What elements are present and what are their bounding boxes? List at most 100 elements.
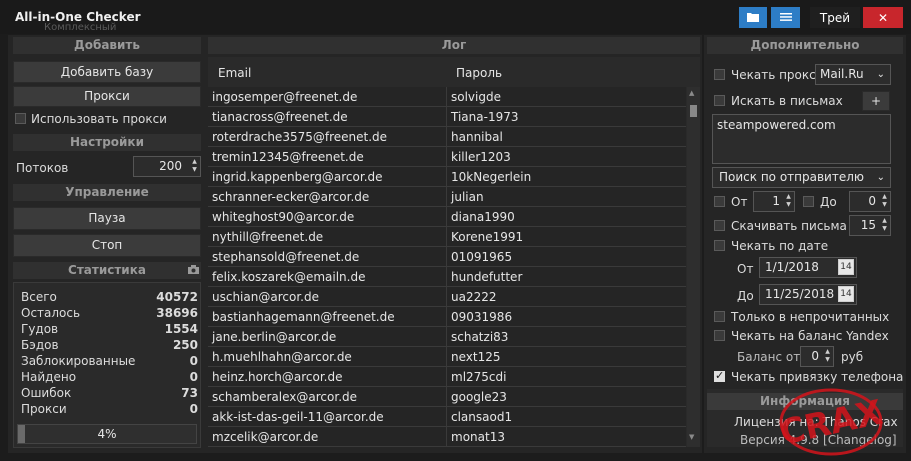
balance-spin-icon[interactable]: ▲ ▼ <box>823 348 832 365</box>
column-divider <box>446 367 447 387</box>
threads-spin-icon[interactable]: ▲ ▼ <box>190 158 199 175</box>
stat-value: 40572 <box>156 290 198 304</box>
check-phone-checkbox[interactable] <box>714 369 725 382</box>
download-spin-icon[interactable]: ▲ ▼ <box>880 217 889 234</box>
from-checkbox[interactable] <box>714 196 725 207</box>
password-cell: hundefutter <box>451 270 523 284</box>
add-base-button[interactable]: Добавить базу <box>13 61 201 83</box>
stat-row: Всего 40572 <box>21 290 198 306</box>
list-button[interactable] <box>771 7 800 28</box>
email-cell: stephansold@freenet.de <box>212 250 360 264</box>
threads-stepper[interactable]: 200 ▲ ▼ <box>133 156 201 177</box>
password-cell: 09031986 <box>451 310 513 324</box>
table-row[interactable]: tremin12345@freenet.de killer1203 <box>208 147 686 167</box>
calendar-icon[interactable]: 14 <box>838 286 854 302</box>
password-cell: diana1990 <box>451 210 515 224</box>
check-by-date-checkbox[interactable] <box>714 240 725 251</box>
stat-row: Осталось 38696 <box>21 306 198 322</box>
email-cell: nythill@freenet.de <box>212 230 324 244</box>
date-from-label: От <box>737 262 754 276</box>
download-checkbox[interactable] <box>714 220 725 231</box>
table-row[interactable]: whiteghost90@arcor.de diana1990 <box>208 207 686 227</box>
balance-stepper[interactable]: 0 ▲ ▼ <box>800 346 834 367</box>
folder-button[interactable] <box>739 7 767 28</box>
check-proxy-label: Чекать прокси <box>731 68 824 82</box>
table-row[interactable]: ingosemper@freenet.de solvigde <box>208 87 686 107</box>
to-checkbox[interactable] <box>803 196 814 207</box>
date-to-picker[interactable]: 11/25/2018 14 <box>759 284 857 305</box>
table-row[interactable]: akk-ist-das-geil-11@arcor.de clansaod1 <box>208 407 686 427</box>
from-label: От <box>731 195 748 209</box>
email-cell: ingrid.kappenberg@arcor.de <box>212 170 383 184</box>
list-icon <box>779 12 792 21</box>
table-row[interactable]: heinz.horch@arcor.de ml275cdi <box>208 367 686 387</box>
search-mode-select[interactable]: Поиск по отправителю ⌄ <box>712 167 891 188</box>
log-scrollbar[interactable]: ▲ ▼ <box>687 87 700 447</box>
table-row[interactable]: roterdrache3575@freenet.de hannibal <box>208 127 686 147</box>
column-divider <box>446 147 447 167</box>
calendar-icon[interactable]: 14 <box>838 259 854 275</box>
folder-icon <box>747 12 759 22</box>
table-row[interactable]: stephansold@freenet.de 01091965 <box>208 247 686 267</box>
column-divider <box>446 127 447 147</box>
password-cell: monat13 <box>451 430 505 444</box>
table-row[interactable]: bastianhagemann@freenet.de 09031986 <box>208 307 686 327</box>
check-proxy-checkbox[interactable] <box>714 69 725 80</box>
scroll-thumb[interactable] <box>690 105 697 117</box>
search-textarea[interactable]: steampowered.com <box>712 114 891 164</box>
log-table: Email Пароль ingosemper@freenet.de solvig… <box>208 57 700 447</box>
add-search-button[interactable]: + <box>862 91 890 111</box>
table-row[interactable]: h.muehlhahn@arcor.de next125 <box>208 347 686 367</box>
password-cell: julian <box>451 190 484 204</box>
email-cell: tianacross@freenet.de <box>212 110 348 124</box>
search-mode-value: Поиск по отправителю <box>719 170 864 184</box>
table-row[interactable]: jane.berlin@arcor.de schatzi83 <box>208 327 686 347</box>
scroll-up-icon[interactable]: ▲ <box>689 89 694 97</box>
email-cell: whiteghost90@arcor.de <box>212 210 355 224</box>
tray-button[interactable]: Трей <box>810 7 860 28</box>
table-row[interactable]: uschian@arcor.de ua2222 <box>208 287 686 307</box>
date-from-picker[interactable]: 1/1/2018 14 <box>759 257 857 278</box>
col-password-header[interactable]: Пароль <box>456 66 502 80</box>
download-stepper[interactable]: 15 ▲ ▼ <box>849 215 891 236</box>
progress-text: 4% <box>97 427 117 441</box>
chevron-down-icon: ⌄ <box>876 69 885 80</box>
column-divider <box>446 227 447 247</box>
table-row[interactable]: nythill@freenet.de Korene1991 <box>208 227 686 247</box>
unread-only-label: Только в непрочитанных <box>731 310 890 324</box>
table-row[interactable]: tianacross@freenet.de Tiana-1973 <box>208 107 686 127</box>
provider-value: Mail.Ru <box>820 67 864 81</box>
search-in-mail-checkbox[interactable] <box>714 95 725 106</box>
use-proxy-checkbox[interactable] <box>15 113 26 124</box>
camera-icon[interactable] <box>188 265 199 274</box>
stop-button[interactable]: Стоп <box>13 234 201 257</box>
table-row[interactable]: felix.koszarek@emailn.de hundefutter <box>208 267 686 287</box>
unread-only-checkbox[interactable] <box>714 311 725 322</box>
stat-key: Бэдов <box>21 338 59 352</box>
table-row[interactable]: schamberalex@arcor.de google23 <box>208 387 686 407</box>
date-from-value: 1/1/2018 <box>765 260 819 274</box>
table-row[interactable]: schranner-ecker@arcor.de julian <box>208 187 686 207</box>
table-row[interactable]: mzcelik@arcor.de monat13 <box>208 427 686 447</box>
table-row[interactable]: ingrid.kappenberg@arcor.de 10kNegerlein <box>208 167 686 187</box>
email-cell: mzcelik@arcor.de <box>212 430 319 444</box>
add-section-header: Добавить <box>13 37 201 54</box>
password-cell: Korene1991 <box>451 230 524 244</box>
provider-select[interactable]: Mail.Ru ⌄ <box>815 64 891 85</box>
col-email-header[interactable]: Email <box>218 66 251 80</box>
log-table-header: Email Пароль <box>208 57 700 87</box>
pause-button[interactable]: Пауза <box>13 207 201 230</box>
email-cell: akk-ist-das-geil-11@arcor.de <box>212 410 384 424</box>
check-yandex-checkbox[interactable] <box>714 330 725 341</box>
to-stepper[interactable]: 0 ▲ ▼ <box>849 191 891 212</box>
stats-section-header: Статистика <box>13 262 201 279</box>
from-spin-icon[interactable]: ▲ ▼ <box>784 193 793 210</box>
proxy-button[interactable]: Прокси <box>13 86 201 107</box>
stat-key: Осталось <box>21 306 81 320</box>
check-by-date-label: Чекать по дате <box>731 239 829 253</box>
column-divider <box>446 167 447 187</box>
to-spin-icon[interactable]: ▲ ▼ <box>880 193 889 210</box>
scroll-down-icon[interactable]: ▼ <box>689 433 694 441</box>
from-stepper[interactable]: 1 ▲ ▼ <box>753 191 795 212</box>
close-button[interactable]: ✕ <box>863 7 903 28</box>
